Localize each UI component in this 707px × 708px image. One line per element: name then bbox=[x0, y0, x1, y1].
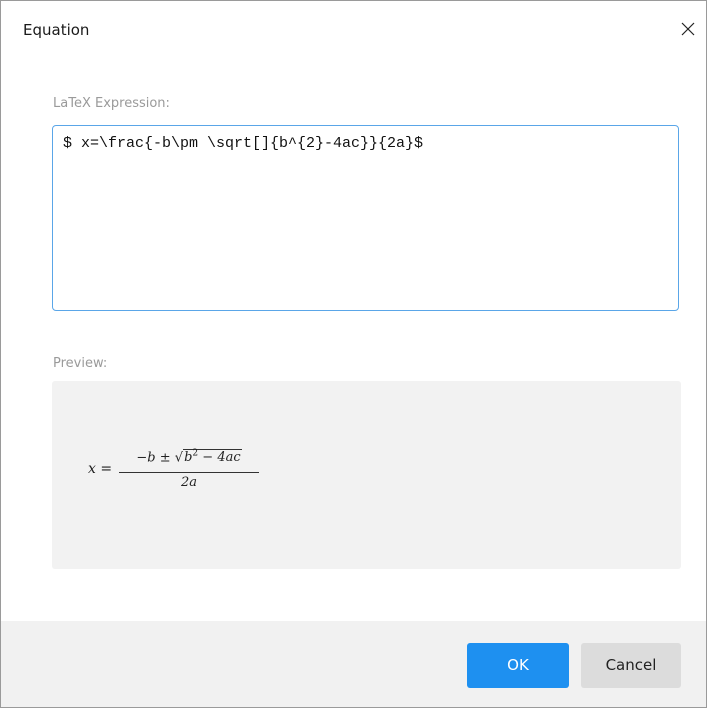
var-b: b bbox=[147, 450, 156, 466]
fraction-numerator: −b ± √b2 − 4ac bbox=[136, 449, 242, 466]
close-icon bbox=[681, 22, 695, 36]
minus-sign: − bbox=[136, 450, 148, 466]
equals-sign: = bbox=[100, 461, 113, 477]
cancel-button[interactable]: Cancel bbox=[581, 643, 681, 688]
equation-dialog: Equation LaTeX Expression: $ x=\frac{-b\… bbox=[0, 0, 707, 708]
equation-lhs: x = bbox=[88, 461, 112, 477]
preview-label: Preview: bbox=[53, 356, 108, 371]
title-bar: Equation bbox=[1, 1, 706, 63]
term-4ac: 4ac bbox=[217, 450, 241, 466]
dialog-title: Equation bbox=[23, 21, 90, 39]
latex-expression-label: LaTeX Expression: bbox=[53, 96, 170, 111]
square-root: b2 − 4ac bbox=[183, 449, 242, 466]
fraction-bar bbox=[119, 472, 259, 473]
close-button[interactable] bbox=[670, 11, 706, 47]
latex-expression-input[interactable]: $ x=\frac{-b\pm \sqrt[]{b^{2}-4ac}}{2a}$ bbox=[52, 125, 679, 311]
equation-preview: x = −b ± √b2 − 4ac 2a bbox=[52, 381, 681, 569]
lhs-variable: x bbox=[88, 461, 96, 477]
fraction-denominator: 2a bbox=[180, 475, 198, 490]
exponent: 2 bbox=[192, 449, 199, 459]
ok-button[interactable]: OK bbox=[467, 643, 569, 688]
minus-sign-2: − bbox=[202, 450, 214, 466]
plus-minus-sign: ± bbox=[159, 450, 171, 466]
